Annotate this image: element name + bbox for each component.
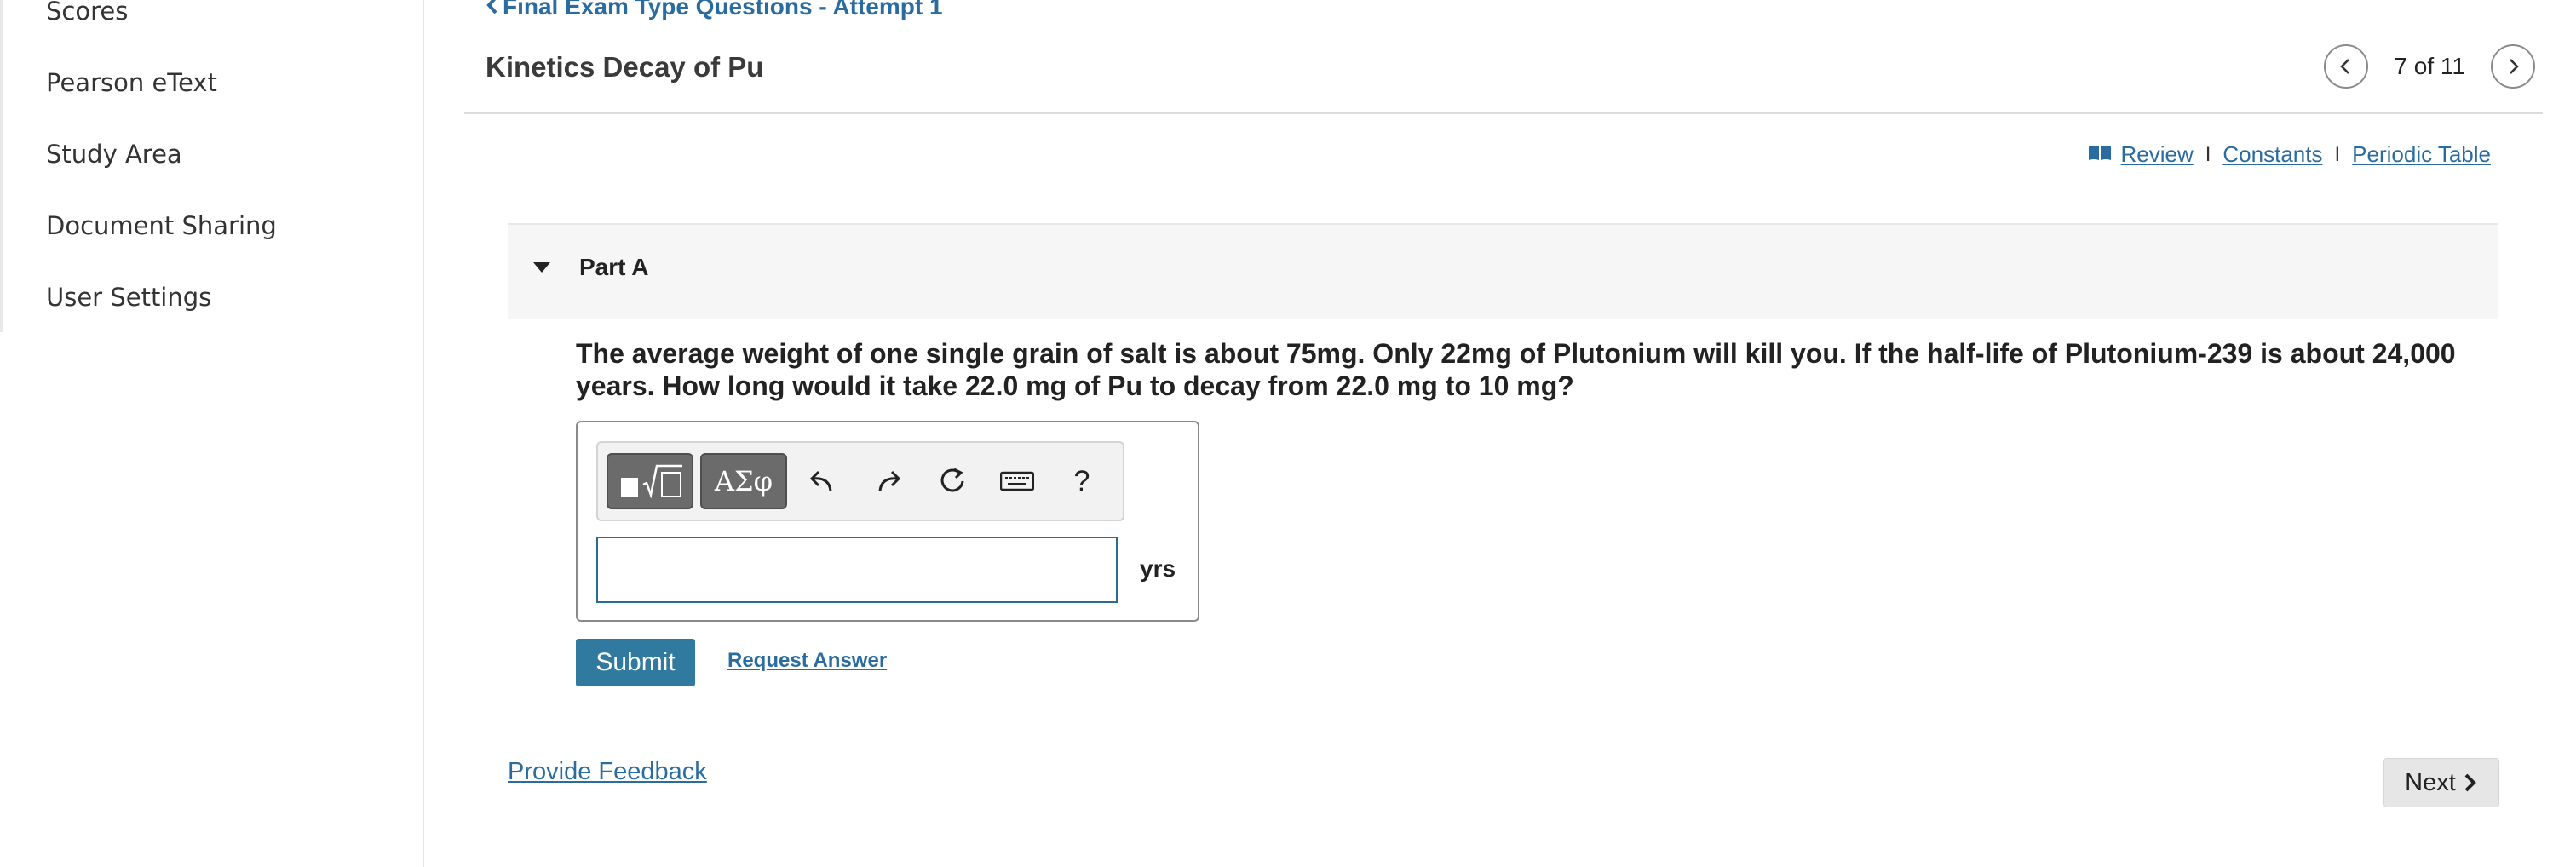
greek-symbols-label: ΑΣφ [714,465,773,497]
constants-link[interactable]: Constants [2222,141,2322,168]
undo-button[interactable] [804,462,842,501]
breadcrumb-label: Final Exam Type Questions - Attempt 1 [503,0,943,20]
header-divider [464,112,2543,114]
help-button[interactable]: ? [1063,462,1101,501]
sidebar-item-document-sharing[interactable]: Document Sharing [46,211,277,240]
resource-links: Review I Constants I Periodic Table [2088,141,2491,168]
course-sidebar: Scores Pearson eText Study Area Document… [0,0,424,867]
chevron-right-icon [2464,773,2476,792]
keyboard-icon [1000,471,1034,491]
request-answer-link[interactable]: Request Answer [727,649,887,673]
separator: I [2334,142,2341,166]
question-text: The average weight of one single grain o… [576,338,2456,401]
answer-unit: yrs [1140,555,1176,582]
breadcrumb-back-link[interactable]: Final Exam Type Questions - Attempt 1 [486,0,943,20]
periodic-table-link[interactable]: Periodic Table [2352,141,2491,168]
templates-button[interactable] [607,453,693,509]
page-title: Kinetics Decay of Pu [486,51,764,83]
next-label: Next [2405,768,2456,796]
sidebar-item-scores[interactable]: Scores [46,0,128,26]
answer-input[interactable] [596,537,1118,603]
templates-icon [621,464,682,499]
pager-position: 7 of 11 [2394,53,2465,79]
reset-icon [940,468,964,492]
sidebar-edge [0,0,3,332]
question-pager: 7 of 11 [2324,43,2535,90]
answer-box: ΑΣφ ? yrs [576,421,1199,622]
sidebar-item-pearson-etext[interactable]: Pearson eText [46,68,217,97]
reset-button[interactable] [934,462,971,501]
keyboard-button[interactable] [998,462,1036,501]
book-icon [2088,141,2112,168]
submit-button[interactable]: Submit [576,639,695,686]
sidebar-item-user-settings[interactable]: User Settings [46,283,211,312]
next-question-button[interactable] [2491,44,2535,89]
greek-symbols-button[interactable]: ΑΣφ [700,453,787,509]
math-toolbar: ΑΣφ ? [596,441,1124,521]
redo-icon [878,470,901,491]
chevron-left-icon [2340,59,2350,74]
part-label: Part A [579,254,649,280]
undo-icon [809,470,832,491]
redo-button[interactable] [869,462,906,501]
chevron-right-icon [2510,59,2519,74]
sidebar-item-study-area[interactable]: Study Area [46,140,182,169]
separator: I [2205,142,2211,166]
part-a-header[interactable]: Part A [508,223,2498,319]
review-link[interactable]: Review [2120,141,2193,168]
previous-question-button[interactable] [2324,44,2369,89]
provide-feedback-link[interactable]: Provide Feedback [508,758,707,786]
chevron-left-icon [486,0,499,20]
next-button[interactable]: Next [2383,758,2499,807]
caret-down-icon[interactable] [532,261,552,274]
